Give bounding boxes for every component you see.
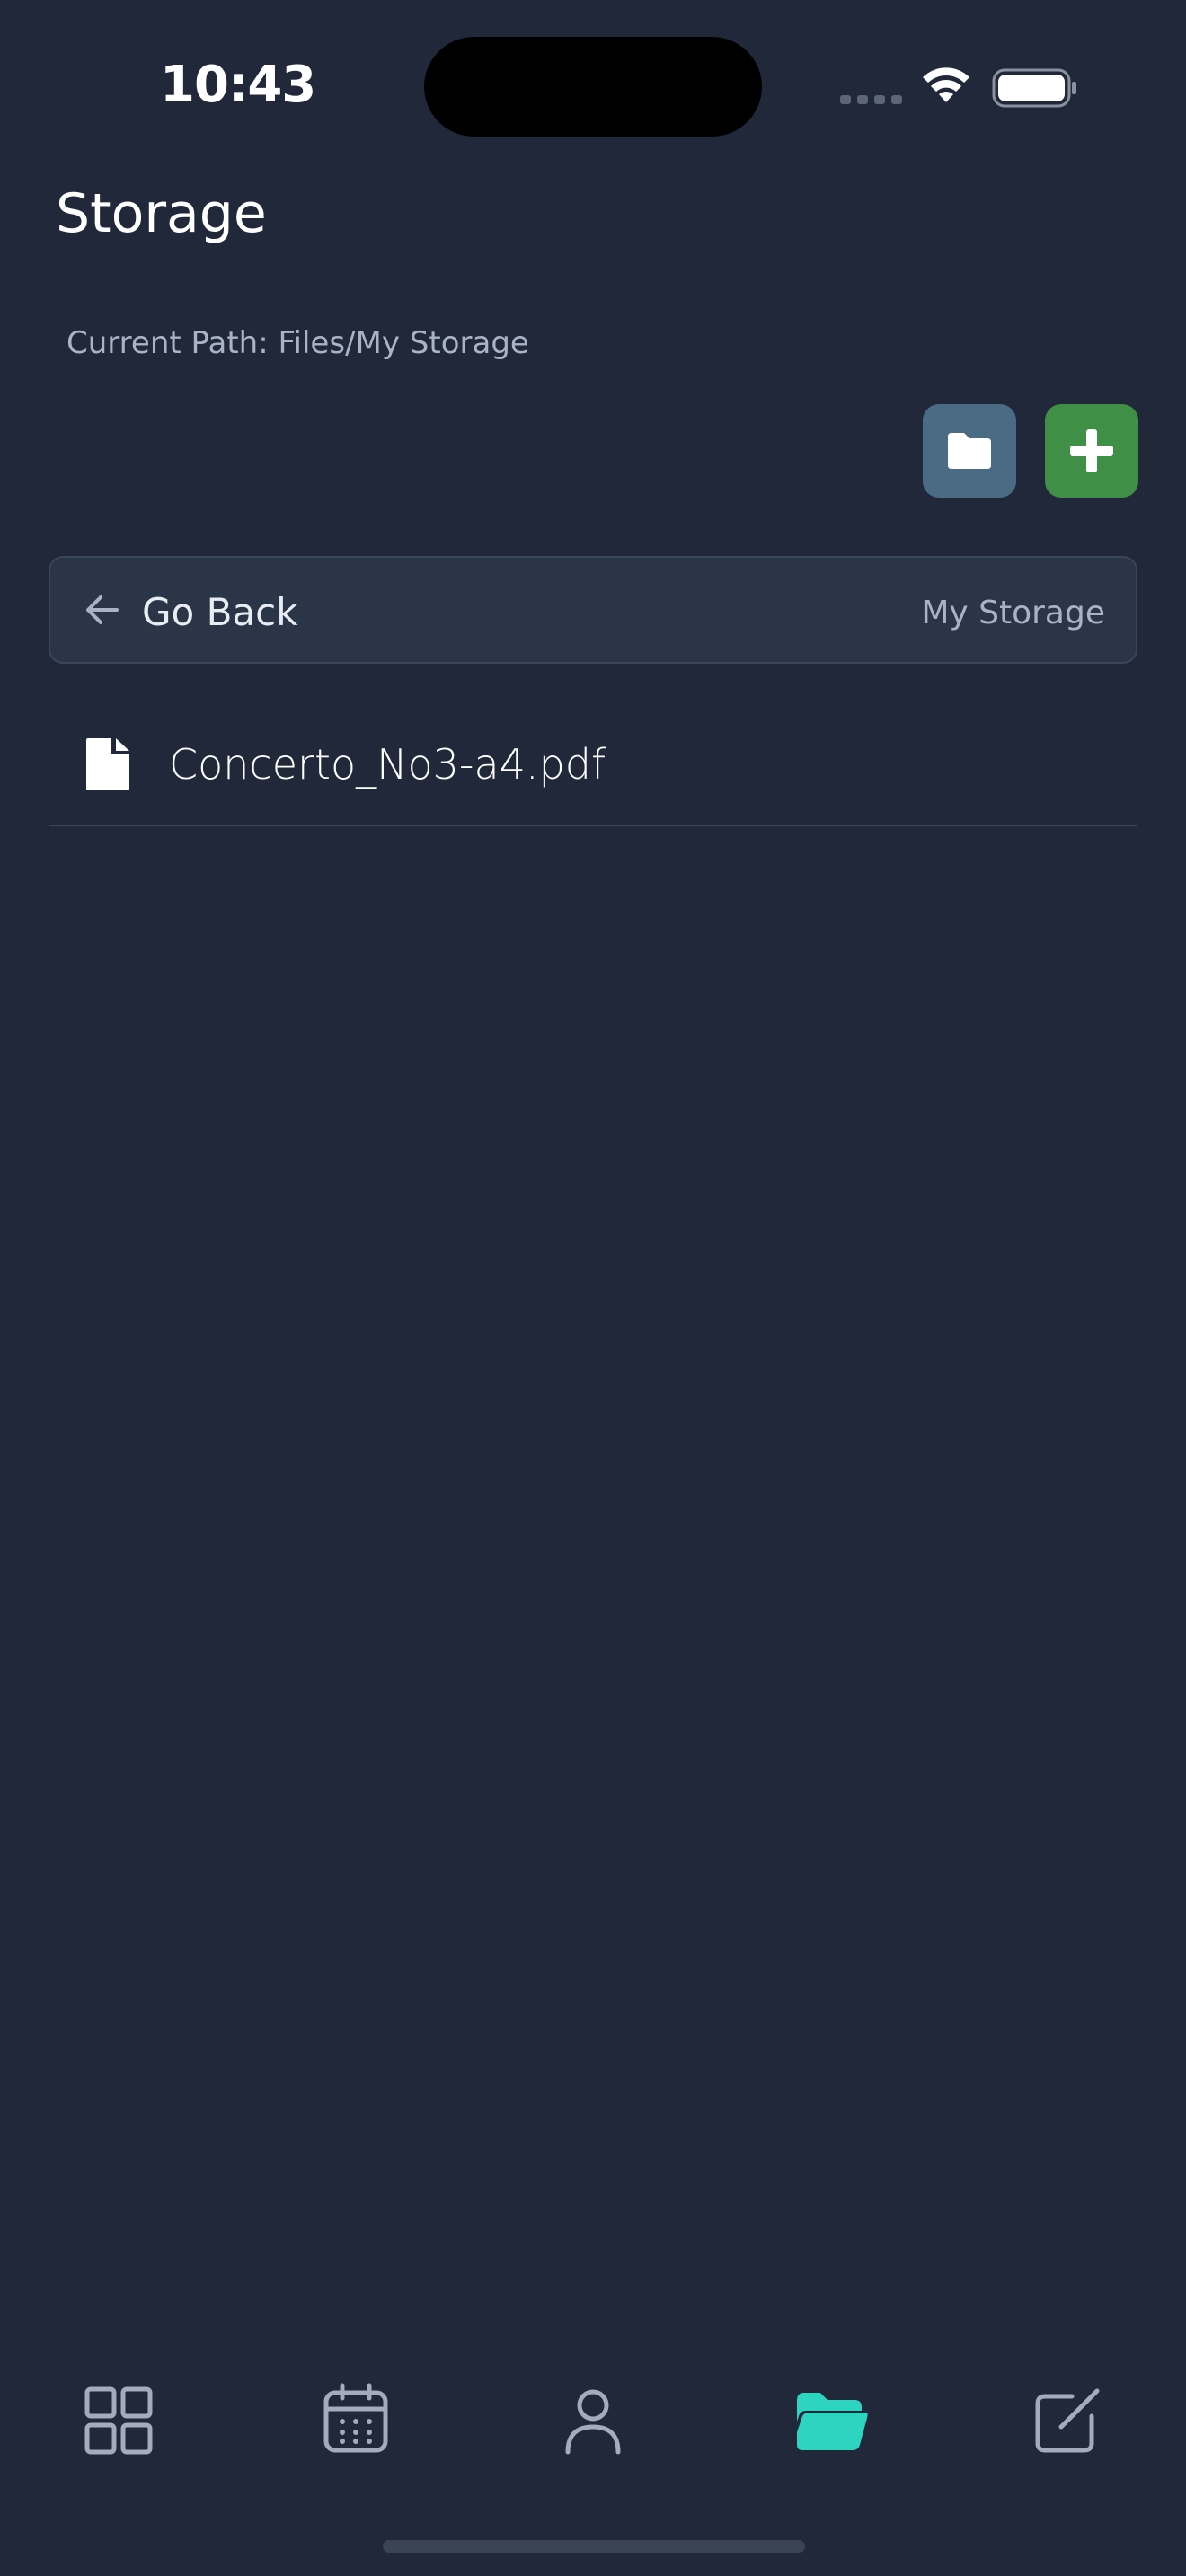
arrow-left-icon bbox=[86, 595, 119, 624]
folder-open-icon bbox=[797, 2393, 868, 2450]
folder-icon bbox=[948, 433, 991, 469]
storage-screen: 10:43 Storage Current Path: Files/My Sto… bbox=[0, 0, 1186, 2576]
go-back-label: Go Back bbox=[142, 590, 298, 634]
go-back-bar[interactable]: Go Back My Storage bbox=[49, 556, 1137, 664]
current-folder-label: My Storage bbox=[921, 595, 1105, 631]
tab-profile[interactable] bbox=[553, 2380, 633, 2461]
edit-icon bbox=[1035, 2388, 1100, 2453]
wifi-icon bbox=[923, 67, 969, 102]
profile-icon bbox=[565, 2389, 621, 2455]
add-file-button[interactable] bbox=[1045, 404, 1138, 498]
tab-files[interactable] bbox=[790, 2380, 871, 2461]
dashboard-grid-icon bbox=[84, 2386, 153, 2455]
file-icon bbox=[86, 738, 129, 790]
file-name: Concerto_No3-a4.pdf bbox=[169, 740, 606, 789]
new-folder-button[interactable] bbox=[923, 404, 1016, 498]
current-path-label: Current Path: Files/My Storage bbox=[66, 325, 529, 361]
status-time: 10:43 bbox=[160, 56, 316, 114]
home-indicator[interactable] bbox=[383, 2540, 805, 2553]
tab-dashboard[interactable] bbox=[78, 2380, 159, 2461]
calendar-icon bbox=[323, 2383, 388, 2453]
tab-calendar[interactable] bbox=[315, 2380, 396, 2461]
tab-compose[interactable] bbox=[1027, 2380, 1108, 2461]
page-title: Storage bbox=[56, 182, 267, 245]
dynamic-island bbox=[424, 37, 762, 137]
battery-icon bbox=[992, 68, 1076, 108]
file-list-item[interactable]: Concerto_No3-a4.pdf bbox=[49, 710, 1137, 826]
plus-icon bbox=[1070, 429, 1113, 472]
cellular-signal-icon bbox=[840, 95, 902, 104]
